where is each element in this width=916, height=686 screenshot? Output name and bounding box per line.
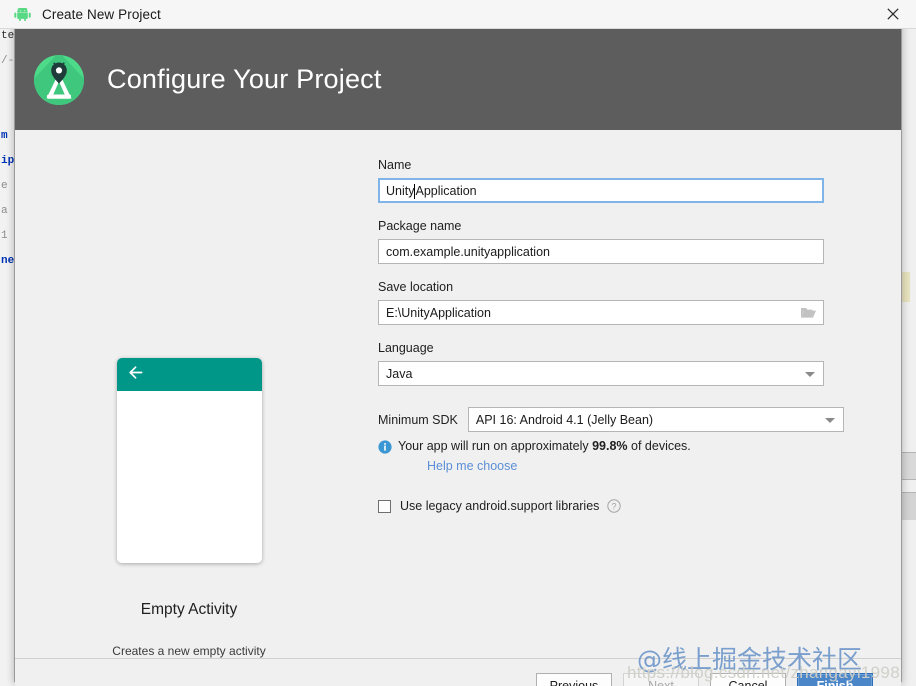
package-name-value: com.example.unityapplication (386, 244, 550, 259)
save-location-field-group: Save location E:\UnityApplication (378, 280, 844, 325)
close-icon[interactable] (870, 0, 916, 29)
name-field-group: Name Unity Application (378, 158, 844, 203)
window-titlebar: Create New Project (0, 0, 916, 29)
legacy-libraries-label: Use legacy android.support libraries (400, 499, 600, 513)
minimum-sdk-row: Minimum SDK API 16: Android 4.1 (Jelly B… (378, 407, 844, 432)
template-name-label: Empty Activity (140, 601, 238, 618)
text-caret (414, 184, 416, 199)
legacy-libraries-row: Use legacy android.support libraries ? (378, 499, 844, 513)
save-location-input[interactable]: E:\UnityApplication (378, 300, 824, 325)
language-field-group: Language Java (378, 341, 844, 386)
sdk-note-suffix: of devices. (627, 439, 691, 453)
save-location-label: Save location (378, 280, 454, 294)
android-studio-logo-icon (33, 54, 85, 106)
name-input-value-after: Application (415, 183, 477, 198)
question-circle-icon[interactable]: ? (607, 499, 622, 513)
template-preview-thumbnail (116, 358, 262, 563)
name-label: Name (378, 158, 412, 172)
window-title: Create New Project (42, 6, 161, 22)
previous-button[interactable]: Previous (536, 673, 612, 686)
chevron-down-icon (824, 418, 835, 423)
package-name-label: Package name (378, 219, 462, 233)
sdk-note-prefix: Your app will run on approximately (398, 439, 593, 453)
sdk-coverage-note: Your app will run on approximately 99.8%… (378, 439, 844, 454)
dialog-body: Empty Activity Creates a new empty activ… (15, 130, 901, 658)
dialog-header-banner: Configure Your Project (15, 29, 901, 130)
language-value: Java (386, 366, 413, 381)
android-robot-icon (14, 6, 31, 23)
cancel-button[interactable]: Cancel (710, 673, 786, 686)
dialog-footer: Previous Next Cancel Finish (15, 658, 901, 686)
template-preview-pane: Empty Activity Creates a new empty activ… (15, 158, 363, 658)
sdk-coverage-text: Your app will run on approximately 99.8%… (398, 439, 691, 453)
finish-button[interactable]: Finish (797, 673, 873, 686)
package-name-field-group: Package name com.example.unityapplicatio… (378, 219, 844, 264)
minimum-sdk-label: Minimum SDK (378, 412, 458, 427)
minimum-sdk-value: API 16: Android 4.1 (Jelly Bean) (475, 412, 654, 427)
package-name-input[interactable]: com.example.unityapplication (378, 239, 824, 264)
next-button: Next (623, 673, 699, 686)
legacy-libraries-checkbox[interactable] (378, 499, 391, 513)
language-select[interactable]: Java (378, 361, 824, 386)
template-description-label: Creates a new empty activity (112, 644, 266, 658)
name-input[interactable]: Unity Application (378, 178, 824, 203)
preview-appbar (116, 358, 262, 391)
minimum-sdk-select[interactable]: API 16: Android 4.1 (Jelly Bean) (467, 407, 844, 432)
language-label: Language (378, 341, 434, 355)
svg-text:?: ? (612, 501, 617, 511)
page-title: Configure Your Project (107, 64, 382, 94)
name-input-value-before: Unity (386, 183, 415, 198)
save-location-value: E:\UnityApplication (386, 305, 491, 320)
folder-open-icon[interactable] (800, 305, 817, 320)
create-new-project-dialog: Configure Your Project Empty Activity Cr… (14, 0, 902, 686)
sdk-coverage-percentage: 99.8% (592, 439, 628, 453)
preview-content-area (116, 391, 262, 563)
arrow-left-icon (128, 365, 145, 385)
info-icon (378, 440, 392, 454)
help-me-choose-link[interactable]: Help me choose (427, 459, 844, 473)
project-config-form: Name Unity Application Package name com.e… (363, 158, 916, 658)
chevron-down-icon (805, 372, 815, 377)
